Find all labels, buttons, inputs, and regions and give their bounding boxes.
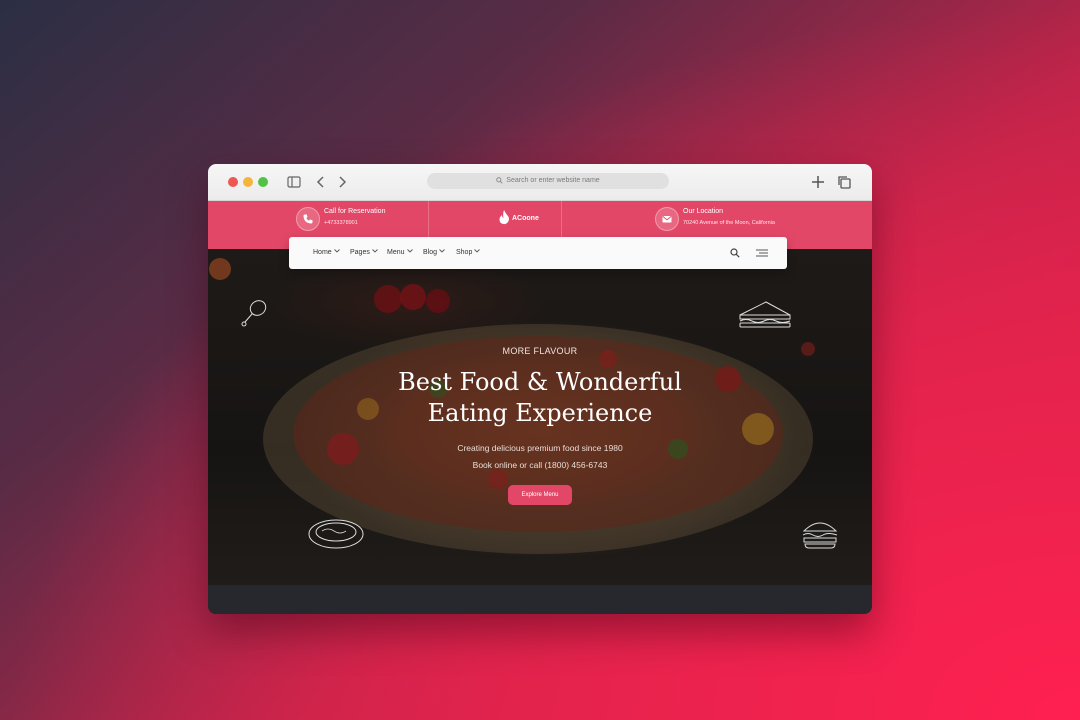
flame-logo-icon [499, 210, 509, 225]
hero-booking-text: Book online or call (1800) 456-6743 [472, 460, 608, 470]
location-label: Our Location [683, 208, 724, 215]
page-bottom-strip [208, 585, 872, 614]
hero-headline: Best Food & Wonderful Eating Experience [208, 367, 872, 429]
chevron-down-icon [372, 249, 378, 253]
main-navigation: Home Pages Menu Blog Shop [289, 237, 787, 269]
hero-section: MORE FLAVOUR Best Food & Wonderful Eatin… [208, 249, 872, 585]
nav-item-menu[interactable]: Menu [387, 249, 413, 256]
page-background: { "browser": { "url_placeholder": "Searc… [0, 0, 1080, 720]
hero-headline-line1: Best Food & Wonderful [398, 368, 682, 396]
forward-icon[interactable] [334, 174, 350, 190]
close-window-button[interactable] [228, 177, 238, 187]
mail-icon [655, 207, 679, 231]
nav-item-home[interactable]: Home [313, 249, 340, 256]
back-icon[interactable] [313, 174, 329, 190]
hero-eyebrow: MORE FLAVOUR [502, 346, 578, 356]
chevron-down-icon [474, 249, 481, 253]
chevron-down-icon [406, 249, 413, 253]
pie-doodle-icon [308, 519, 364, 549]
new-tab-icon[interactable] [810, 174, 826, 190]
address-bar[interactable]: Search or enter website name [427, 173, 669, 189]
search-icon [496, 176, 503, 184]
minimize-window-button[interactable] [243, 177, 253, 187]
nav-item-label: Shop [456, 249, 473, 256]
browser-window: Search or enter website name Call for Re… [208, 164, 872, 614]
phone-icon [296, 207, 320, 231]
sidebar-toggle-icon[interactable] [286, 174, 302, 190]
nav-item-pages[interactable]: Pages [350, 249, 378, 256]
nav-item-label: Home [313, 249, 332, 256]
browser-toolbar: Search or enter website name [208, 164, 872, 201]
explore-menu-button[interactable]: Explore Menu [508, 485, 572, 505]
location-address: 70240 Avenue of the Moon, California [683, 220, 775, 226]
hero-headline-line2: Eating Experience [427, 399, 653, 427]
reservation-label: Call for Reservation [324, 208, 386, 215]
nav-item-label: Blog [423, 249, 438, 256]
nav-item-blog[interactable]: Blog [423, 249, 445, 256]
hero-tagline: Creating delicious premium food since 19… [457, 443, 623, 453]
tabs-overview-icon[interactable] [836, 174, 852, 190]
burger-doodle-icon [802, 522, 838, 549]
site-logo-text[interactable]: ACoone [512, 215, 539, 222]
maximize-window-button[interactable] [258, 177, 268, 187]
drumstick-doodle-icon [241, 300, 267, 327]
nav-item-label: Menu [387, 249, 405, 256]
menu-lines-icon[interactable] [755, 248, 769, 258]
address-bar-placeholder: Search or enter website name [506, 177, 600, 184]
search-icon[interactable] [730, 248, 740, 258]
chevron-down-icon [333, 249, 340, 253]
sandwich-doodle-icon [739, 301, 791, 328]
chevron-down-icon [439, 249, 445, 253]
reservation-phone[interactable]: +4733378901 [324, 220, 358, 226]
nav-item-label: Pages [350, 249, 370, 256]
nav-item-shop[interactable]: Shop [456, 249, 481, 256]
